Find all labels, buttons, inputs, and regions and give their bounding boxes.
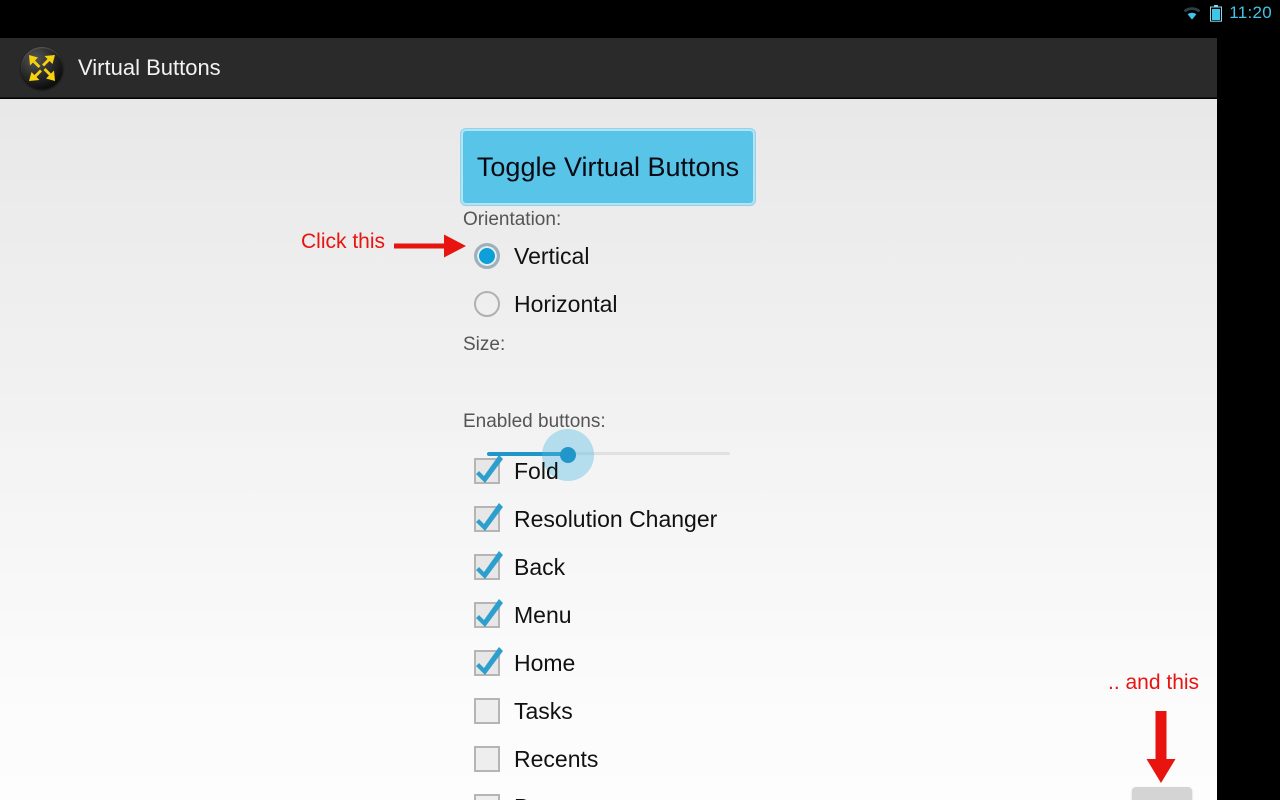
virtual-buttons-handle[interactable]: • • • — [1132, 787, 1192, 800]
annotation-click-this: Click this — [301, 230, 386, 253]
checkbox-checked-icon — [474, 599, 503, 628]
checkbox-label-power: Power — [514, 795, 579, 800]
radio-selected-icon — [474, 243, 500, 269]
radio-orientation-horizontal[interactable]: Horizontal — [474, 288, 618, 320]
status-bar-icons: 11:20 — [1181, 0, 1272, 26]
checkbox-label-menu: Menu — [514, 601, 572, 628]
checkbox-label-tasks: Tasks — [514, 697, 573, 724]
action-bar: Virtual Buttons — [0, 38, 1217, 98]
status-bar-clock: 11:20 — [1229, 3, 1272, 22]
converging-arrows-icon — [21, 46, 63, 89]
checkbox-row-home[interactable]: Home — [474, 646, 575, 680]
checkbox-row-menu[interactable]: Menu — [474, 598, 572, 632]
radio-unselected-icon — [474, 291, 500, 317]
checkbox-row-tasks[interactable]: Tasks — [474, 694, 573, 728]
checkbox-label-home: Home — [514, 649, 576, 676]
checkbox-label-fold: Fold — [514, 457, 559, 484]
checkbox-unchecked-icon — [474, 746, 500, 772]
annotation-right-arrow-icon — [394, 227, 466, 270]
app-title: Virtual Buttons — [78, 54, 221, 80]
annotation-down-arrow-icon — [1138, 711, 1184, 788]
device-screen: 11:20 Virtual Buttons Click this Toggle … — [0, 0, 1280, 800]
checkbox-checked-icon — [474, 455, 503, 484]
toggle-virtual-buttons-button[interactable]: Toggle Virtual Buttons — [463, 131, 753, 203]
slider-thumb[interactable] — [560, 447, 576, 463]
orientation-label: Orientation: — [463, 209, 562, 230]
checkbox-row-resolution-changer[interactable]: Resolution Changer — [474, 502, 717, 536]
enabled-buttons-label: Enabled buttons: — [463, 411, 606, 432]
size-label: Size: — [463, 334, 506, 355]
checkbox-row-back[interactable]: Back — [474, 550, 565, 584]
checkbox-row-recents[interactable]: Recents — [474, 742, 598, 776]
checkbox-label-recents: Recents — [514, 745, 599, 772]
battery-icon — [1210, 4, 1223, 22]
radio-orientation-vertical[interactable]: Vertical — [474, 240, 589, 272]
checkbox-label-resolution-changer: Resolution Changer — [514, 505, 718, 532]
status-bar: 11:20 — [0, 0, 1280, 26]
radio-label-vertical: Vertical — [514, 242, 590, 269]
app-window: Virtual Buttons Click this Toggle Virtua… — [0, 26, 1217, 800]
settings-content: Click this Toggle Virtual Buttons Orient… — [0, 99, 1217, 800]
checkbox-checked-icon — [474, 647, 503, 676]
checkbox-checked-icon — [474, 503, 503, 532]
checkbox-unchecked-icon — [474, 698, 500, 724]
checkbox-unchecked-icon — [474, 794, 500, 800]
annotation-and-this: .. and this — [1108, 671, 1200, 694]
checkbox-label-back: Back — [514, 553, 566, 580]
radio-label-horizontal: Horizontal — [514, 290, 618, 317]
checkbox-row-fold[interactable]: Fold — [474, 454, 559, 488]
wifi-icon — [1181, 5, 1203, 21]
checkbox-row-power[interactable]: Power — [474, 790, 579, 800]
checkbox-checked-icon — [474, 551, 503, 580]
